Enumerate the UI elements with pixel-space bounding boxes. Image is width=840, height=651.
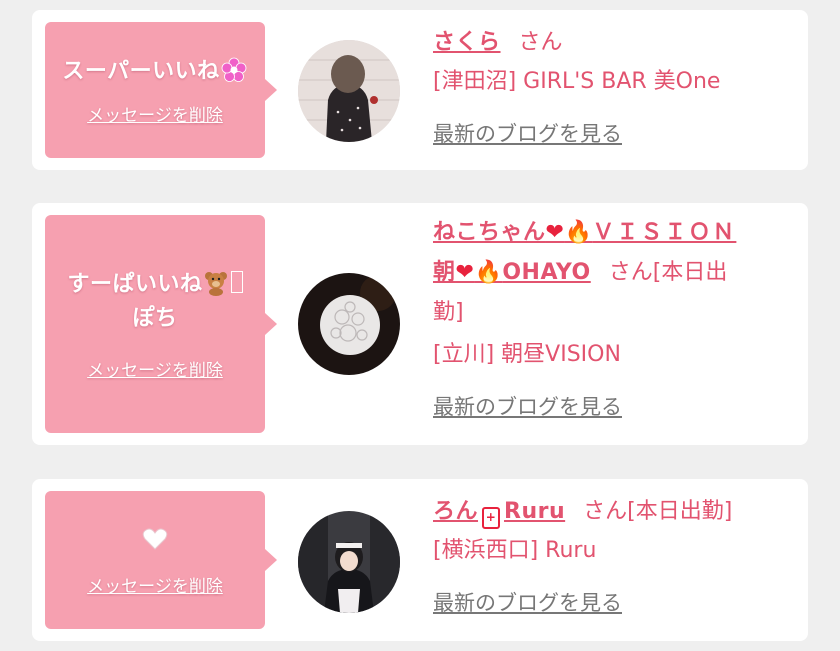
honorific-line2: 勤] <box>433 300 464 325</box>
honorific: さん <box>518 30 563 55</box>
red-heart-icon: ❤ <box>455 260 475 285</box>
white-heart-icon <box>142 528 168 553</box>
profile-info: ねこちゃん❤🔥ＶＩＳＩＯＮ 朝❤🔥OHAYO さん[本日出 勤] [立川] 朝昼VIS… <box>433 213 781 421</box>
shop-label: [横浜西口] Ruru <box>433 538 597 563</box>
teddy-bear-icon <box>203 271 229 297</box>
profile-name-link[interactable]: ろん + Ruru <box>433 499 565 529</box>
flower-icon <box>220 57 248 84</box>
like-text: スーパーいいね <box>62 55 247 89</box>
red-heart-icon: ❤ <box>545 220 565 245</box>
blog-link[interactable]: 最新のブログを見る <box>433 391 622 421</box>
mobile-phone-icon: + <box>482 507 501 529</box>
avatar[interactable] <box>298 511 400 613</box>
like-text <box>142 524 168 558</box>
blog-link[interactable]: 最新のブログを見る <box>433 587 622 617</box>
message-card: スーパーいいね メッセージを削除 さくら さん [津田沼] GIRL'S BAR … <box>32 10 808 170</box>
fire-icon: 🔥 <box>474 260 503 285</box>
avatar[interactable] <box>298 273 400 375</box>
delete-message-link[interactable]: メッセージを削除 <box>87 572 223 597</box>
like-text: すーぱいいね ぽち <box>67 268 243 336</box>
like-bubble: スーパーいいね メッセージを削除 <box>45 22 277 158</box>
shop-label: [津田沼] GIRL'S BAR 美One <box>433 69 721 94</box>
honorific: さん[本日出 <box>608 260 728 285</box>
avatar[interactable] <box>298 40 400 142</box>
profile-info: さくら さん [津田沼] GIRL'S BAR 美One 最新のブログを見る <box>433 22 793 148</box>
blog-link[interactable]: 最新のブログを見る <box>433 118 622 148</box>
like-bubble: メッセージを削除 <box>45 491 277 629</box>
honorific: さん[本日出勤] <box>583 499 733 524</box>
shop-label: [立川] 朝昼VISION <box>433 342 621 367</box>
profile-info: ろん + Ruru さん[本日出勤] [横浜西口] Ruru 最新のブログを見る <box>433 491 793 617</box>
message-card: メッセージを削除 ろん + Ruru さん[本日出勤] [横浜西口] Ruru 最新の… <box>32 479 808 641</box>
delete-message-link[interactable]: メッセージを削除 <box>87 101 223 126</box>
profile-name-link[interactable]: さくら <box>433 30 501 55</box>
fire-icon: 🔥 <box>564 220 593 245</box>
message-card: すーぱいいね ぽち メッセージを削除 ねこちゃん❤🔥ＶＩＳＩＯＮ 朝❤🔥OHAYO… <box>32 203 808 445</box>
like-bubble: すーぱいいね ぽち メッセージを削除 <box>45 215 277 433</box>
delete-message-link[interactable]: メッセージを削除 <box>87 356 223 381</box>
